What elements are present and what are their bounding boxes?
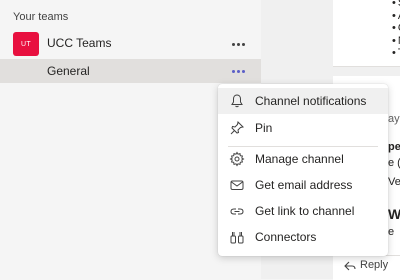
more-dot	[236, 69, 240, 73]
message-sender-fragment: aya	[388, 113, 400, 125]
more-dot	[241, 69, 245, 73]
menu-item-label: Pin	[255, 121, 273, 135]
link-icon	[230, 208, 244, 215]
section-title: Your teams	[13, 11, 69, 23]
menu-item-pin[interactable]: Pin	[218, 115, 388, 141]
bullet-item: O	[392, 22, 400, 35]
channel-row-general[interactable]: General	[0, 59, 261, 83]
bullet-list: S A O N Ta	[392, 0, 400, 60]
bullet-item: Ta	[392, 47, 400, 60]
bullet-item: A	[392, 10, 400, 23]
menu-item-channel-notifications[interactable]: Channel notifications	[218, 88, 388, 114]
menu-item-label: Get email address	[255, 178, 353, 192]
gear-icon	[229, 151, 245, 167]
reply-button[interactable]: Reply	[360, 259, 388, 271]
message-text-fragment: e	[388, 226, 395, 238]
bell-icon	[231, 94, 243, 108]
menu-item-label: Connectors	[255, 230, 317, 244]
bullet-item: S	[392, 0, 400, 10]
pin-icon	[230, 120, 245, 135]
more-dot	[231, 69, 235, 73]
team-row-ucc-teams[interactable]: UT UCC Teams	[0, 30, 261, 58]
menu-item-get-link-to-channel[interactable]: Get link to channel	[218, 198, 388, 224]
menu-item-label: Manage channel	[255, 152, 344, 166]
message-heading-fragment: W	[388, 206, 400, 222]
bullet-item: N	[392, 35, 400, 48]
more-dot	[241, 42, 245, 46]
connectors-icon	[230, 232, 244, 244]
message-text-fragment: Veb	[388, 176, 400, 188]
channel-context-menu: Channel notifications Pin Manage channel…	[218, 84, 388, 256]
message-text-fragment: e (	[388, 157, 400, 169]
menu-item-connectors[interactable]: Connectors	[218, 224, 388, 250]
menu-item-label: Get link to channel	[255, 204, 355, 218]
team-name: UCC Teams	[47, 36, 112, 50]
menu-item-label: Channel notifications	[255, 94, 367, 108]
menu-item-get-email-address[interactable]: Get email address	[218, 172, 388, 198]
channel-name: General	[47, 64, 90, 78]
reply-icon[interactable]	[344, 260, 356, 272]
message-text-fragment: pex	[388, 141, 400, 153]
channel-more-options-button[interactable]	[227, 63, 249, 79]
menu-item-manage-channel[interactable]: Manage channel	[218, 146, 388, 172]
more-dot	[231, 42, 235, 46]
post-card	[333, 0, 400, 67]
envelope-icon	[230, 180, 244, 190]
team-more-options-button[interactable]	[227, 36, 249, 52]
more-dot	[236, 42, 240, 46]
team-avatar: UT	[13, 32, 39, 56]
